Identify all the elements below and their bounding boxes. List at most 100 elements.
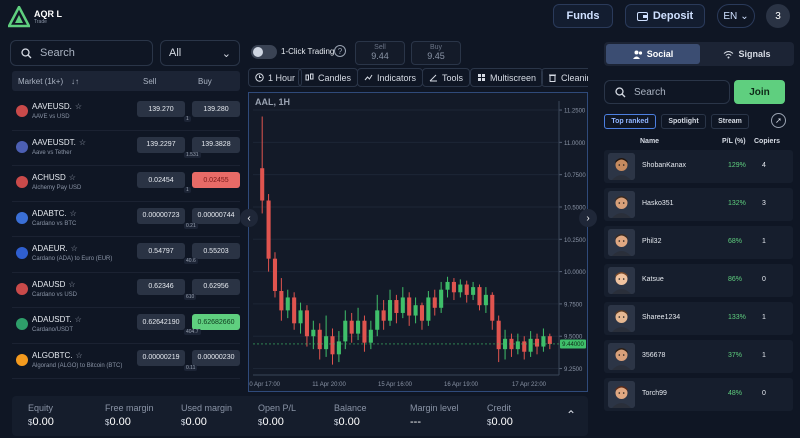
candle-body (336, 341, 341, 355)
stat-label: Balance (334, 403, 367, 413)
candle-body (515, 341, 520, 350)
market-row[interactable]: AAVEUSD. ☆ AAVE vs USD 139.270 139.280 1 (12, 95, 240, 131)
help-icon[interactable]: ? (334, 45, 346, 57)
star-icon[interactable]: ☆ (79, 138, 86, 147)
notification-badge[interactable]: 3 (766, 4, 790, 28)
market-row[interactable]: ADAUSDT. ☆ Cardano/USDT 0.62642190 0.6268266… (12, 308, 240, 344)
tab-signals[interactable]: Signals (700, 44, 794, 64)
market-row[interactable]: ADAEUR. ☆ Cardano (ADA) to Euro (EUR) 0.547… (12, 237, 240, 273)
chevron-up-icon[interactable]: ⌃ (566, 408, 576, 422)
buy-price-button[interactable]: 0.00000230 (192, 349, 240, 366)
chart-title: AAL, 1H (255, 97, 291, 107)
buy-price-button[interactable]: 139.3828 (192, 136, 240, 153)
deposit-button[interactable]: Deposit (625, 4, 705, 28)
trader-row[interactable]: 356678 37% 1 (604, 340, 793, 373)
buy-price-button[interactable]: 0.62682660 (192, 314, 240, 330)
sell-price-button[interactable]: 0.62642190 (137, 314, 185, 330)
sell-price-button[interactable]: 0.00000723 (137, 207, 185, 224)
buy-button[interactable]: Buy 9.45 (411, 41, 461, 65)
sell-price-button[interactable]: 139.2297 (137, 136, 185, 153)
star-icon[interactable]: ☆ (68, 280, 75, 289)
market-row[interactable]: ALGOBTC. ☆ Algorand (ALGO) to Bitcoin (BTC… (12, 344, 240, 379)
wifi-icon (724, 50, 734, 58)
spread-badge: 1.531 (184, 151, 201, 158)
cleaning-button[interactable]: Cleaning (541, 68, 588, 87)
trader-search-input[interactable] (634, 86, 714, 98)
candle-body (317, 329, 322, 350)
chip-top-ranked[interactable]: Top ranked (604, 114, 656, 129)
flag-icon (16, 353, 28, 366)
candle-body (266, 200, 271, 259)
multiscreen-button[interactable]: Multiscreen (470, 68, 544, 87)
account-stat: Open P/L $0.00 (258, 403, 296, 428)
sell-button[interactable]: Sell 9.44 (355, 41, 405, 65)
trader-name: ShobanKanax (642, 162, 686, 169)
star-icon[interactable]: ☆ (75, 315, 82, 324)
sell-price-button[interactable]: 0.02454 (137, 172, 185, 188)
candle-body (534, 338, 540, 347)
sell-price-button[interactable]: 0.62346 (137, 278, 185, 295)
sell-price-button[interactable]: 0.00000219 (137, 349, 185, 366)
star-icon[interactable]: ☆ (75, 102, 82, 111)
buy-price-button[interactable]: 0.55203 (192, 243, 240, 259)
buy-price-button[interactable]: 0.62956 (192, 278, 240, 295)
star-icon[interactable]: ☆ (70, 209, 77, 218)
sell-price-button[interactable]: 139.270 (137, 101, 185, 117)
trader-row[interactable]: Torch99 48% 0 (604, 378, 793, 411)
sort-icon[interactable]: ↓↑ (71, 77, 79, 86)
buy-price-button[interactable]: 0.00000744 (192, 207, 240, 224)
funds-button[interactable]: Funds (553, 4, 613, 28)
stat-value: $0.00 (28, 416, 54, 428)
star-icon[interactable]: ☆ (71, 244, 78, 253)
language-selector[interactable]: EN ⌄ (717, 4, 755, 28)
compass-icon[interactable]: ➚ (771, 113, 786, 128)
trader-row[interactable]: Hasko351 132% 3 (604, 188, 793, 221)
sell-price-button[interactable]: 0.54797 (137, 243, 185, 259)
candle-body (375, 310, 380, 330)
market-row[interactable]: AAVEUSDT. ☆ Aave vs Tether 139.2297 139.3828… (12, 131, 240, 166)
price-chart[interactable]: 11.2500 11.0000 10.7500 10.5000 10.2500 10.00… (240, 92, 597, 392)
trader-pl: 48% (728, 390, 743, 397)
market-row[interactable]: ADAUSD ☆ Cardano vs USD 0.62346 0.62956 610 (12, 273, 240, 308)
trader-row[interactable]: ShobanKanax 129% 4 (604, 150, 793, 183)
trader-pl: 68% (728, 238, 743, 245)
candle-body (451, 281, 456, 293)
avatar (608, 305, 635, 332)
account-stat: Margin level --- (410, 403, 459, 428)
market-filter-select[interactable]: All ⌄ (160, 40, 240, 66)
chevron-left-icon[interactable]: ‹ (240, 209, 258, 227)
join-button[interactable]: Join (734, 80, 785, 104)
brand-logo[interactable]: AQR L Trade (8, 5, 68, 29)
star-icon[interactable]: ☆ (69, 173, 76, 182)
join-label: Join (749, 86, 770, 98)
tab-social[interactable]: Social (606, 44, 700, 64)
x-tick-label: 15 Apr 16:00 (378, 382, 413, 388)
col-market[interactable]: Market (1k+) (18, 77, 63, 86)
buy-price-button[interactable]: 139.280 (192, 101, 240, 117)
x-tick-label: 10 Apr 17:00 (249, 382, 281, 388)
chip-stream[interactable]: Stream (711, 114, 749, 129)
star-icon[interactable]: ☆ (75, 351, 82, 360)
avatar (608, 153, 635, 180)
market-row[interactable]: ACHUSD ☆ Alchemy Pay USD 0.02454 0.02455 1 (12, 166, 240, 202)
candles-button[interactable]: Candles (298, 68, 359, 87)
one-click-toggle[interactable] (251, 45, 277, 59)
market-search-input[interactable] (40, 47, 140, 59)
chip-spotlight[interactable]: Spotlight (661, 114, 706, 129)
stat-label: Credit (487, 403, 512, 413)
x-tick-label: 16 Apr 19:00 (444, 382, 479, 388)
interval-button[interactable]: 1 Hour (248, 68, 303, 87)
trader-row[interactable]: Sharee1234 133% 1 (604, 302, 793, 335)
trader-row[interactable]: Katsue 86% 0 (604, 264, 793, 297)
candlestick-chart[interactable]: 11.250011.000010.750010.500010.250010.00… (249, 93, 587, 391)
tools-button[interactable]: Tools (422, 68, 471, 87)
trader-pl: 133% (728, 314, 746, 321)
indicators-button[interactable]: Indicators (357, 68, 424, 87)
chevron-right-icon[interactable]: › (579, 209, 597, 227)
trader-copiers: 1 (762, 238, 766, 245)
buy-price-button[interactable]: 0.02455 (192, 172, 240, 188)
candle-body (368, 329, 373, 343)
candle-body (522, 341, 527, 352)
trader-row[interactable]: Phil32 68% 1 (604, 226, 793, 259)
market-row[interactable]: ADABTC. ☆ Cardano vs BTC 0.00000723 0.000007… (12, 202, 240, 237)
